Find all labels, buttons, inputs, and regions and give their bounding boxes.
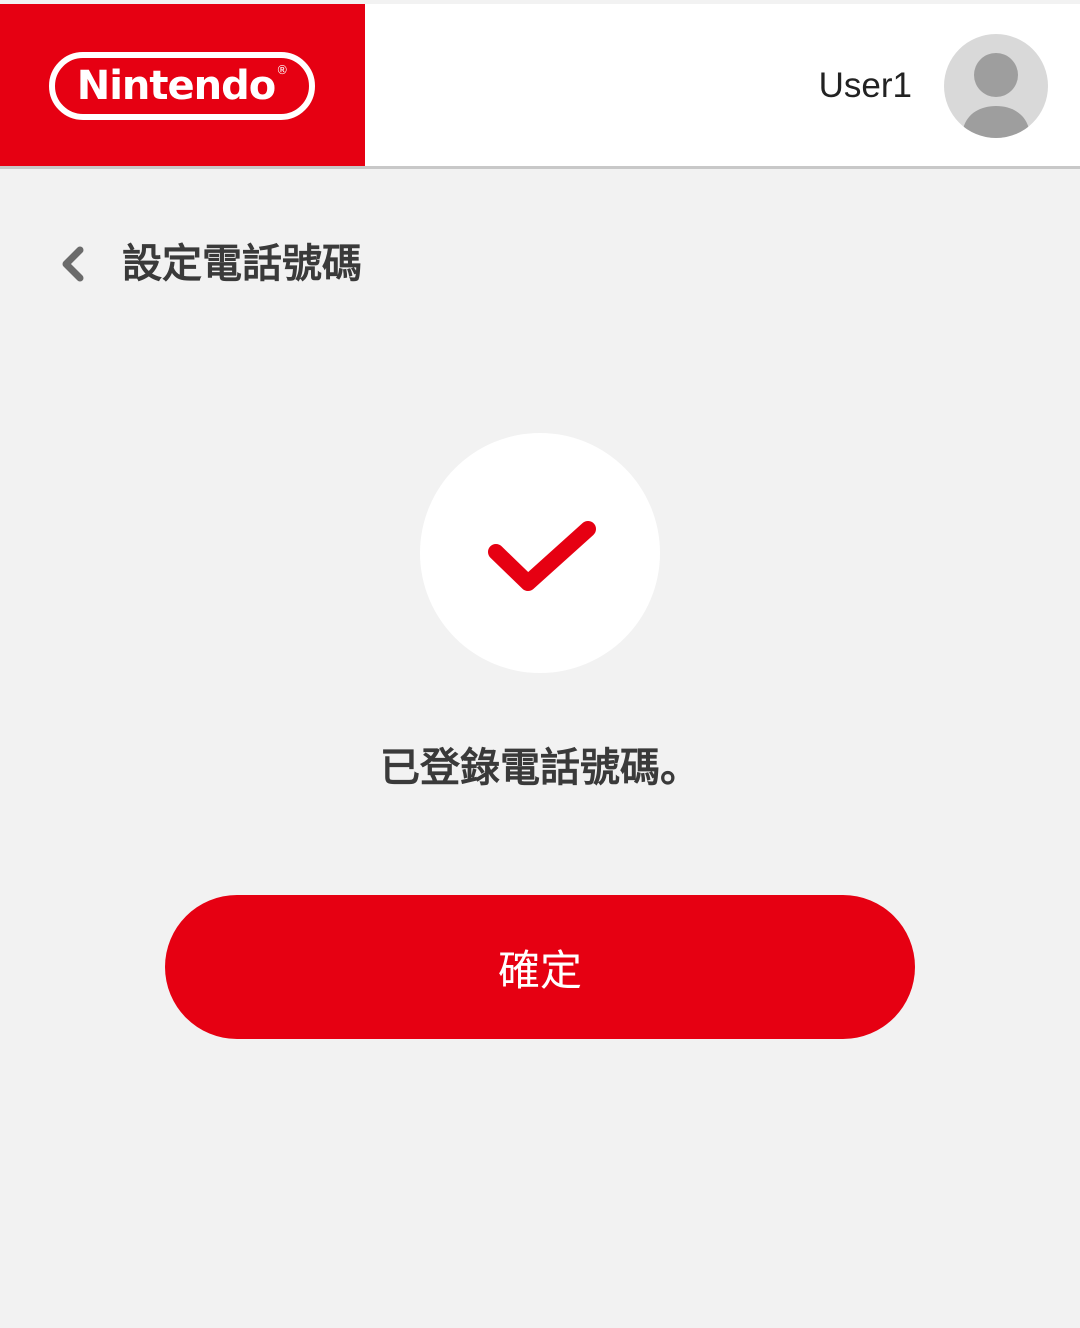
user-avatar-icon[interactable] [944, 34, 1048, 138]
page-title: 設定電話號碼 [122, 241, 362, 287]
success-message: 已登錄電話號碼。 [380, 745, 700, 791]
chevron-left-icon[interactable] [56, 242, 92, 286]
confirm-button[interactable]: 確定 [165, 895, 915, 1039]
success-badge [420, 433, 660, 673]
checkmark-icon [488, 521, 596, 591]
nintendo-logo[interactable]: Nintendo ® [49, 52, 315, 120]
logo-text: Nintendo [76, 63, 277, 109]
site-header: Nintendo ® User1 [0, 4, 1080, 169]
breadcrumb: 設定電話號碼 [56, 232, 362, 296]
phone-registered-page: Nintendo ® User1 設定電話號碼 已登錄電話號碼。 確定 [0, 0, 1080, 1328]
username[interactable]: User1 [819, 64, 912, 108]
brand-block: Nintendo ® [0, 4, 365, 166]
avatar-silhouette [962, 53, 1030, 138]
registered-mark: ® [276, 63, 288, 77]
